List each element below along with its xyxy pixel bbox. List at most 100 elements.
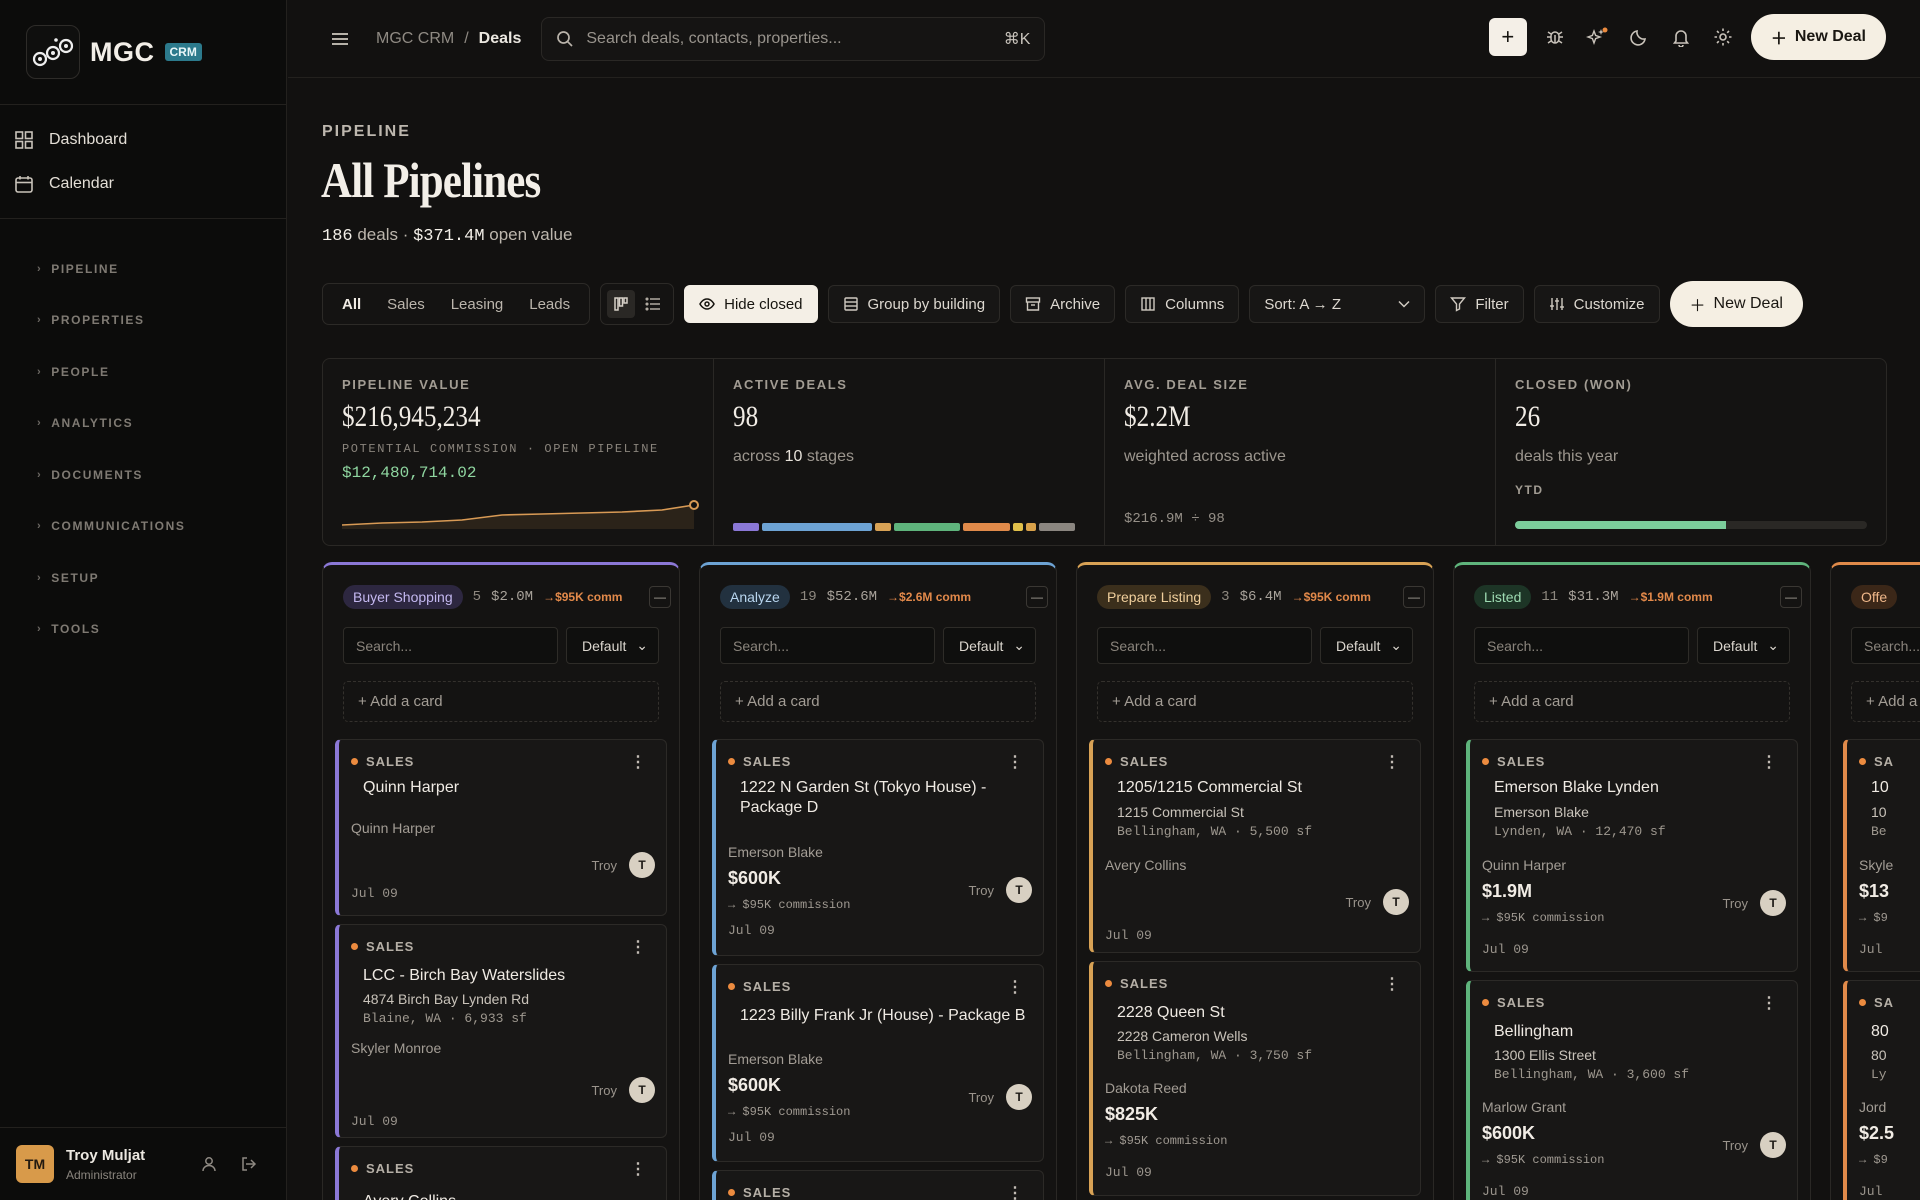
stat-label: ACTIVE DEALS [733, 377, 848, 392]
avatar[interactable]: T [1383, 889, 1409, 915]
deal-card[interactable]: SALES ⋮ LCC - Birch Bay Waterslides 4874 Bi… [335, 924, 667, 1138]
deal-card[interactable]: SALES ⋮ [712, 1170, 1044, 1200]
deal-card[interactable]: SALES ⋮ 1222 N Garden St (Tokyo House) - P… [712, 739, 1044, 956]
user-actions [200, 1155, 258, 1173]
theme-toggle[interactable] [1625, 18, 1653, 56]
tab-leads[interactable]: Leads [516, 296, 583, 313]
tab-all[interactable]: All [329, 296, 374, 313]
deal-card[interactable]: SA⋮8080LyJord$2.5→ $9Jul [1843, 980, 1920, 1200]
more-vertical-icon[interactable]: ⋮ [630, 937, 646, 957]
logout-icon[interactable] [240, 1155, 258, 1173]
nav-section-analytics[interactable]: › ANALYTICS [0, 398, 286, 450]
tab-leasing[interactable]: Leasing [438, 296, 517, 313]
deal-card[interactable]: SALES ⋮ 2228 Queen St 2228 Cameron Wells Bel… [1089, 961, 1421, 1196]
more-vertical-icon[interactable]: ⋮ [630, 1159, 646, 1179]
nav-section-pipeline[interactable]: › PIPELINE [0, 243, 286, 295]
new-deal-button[interactable]: ＋ New Deal [1669, 281, 1803, 327]
new-deal-button-top[interactable]: ＋ New Deal [1750, 14, 1886, 60]
user-panel: TM Troy Muljat Administrator [0, 1127, 287, 1200]
more-vertical-icon[interactable]: ⋮ [1761, 993, 1777, 1013]
add-card-button[interactable]: + Add a card [720, 681, 1036, 722]
avatar[interactable]: T [1006, 1084, 1032, 1110]
avatar[interactable]: TM [16, 1145, 54, 1183]
kanban-icon [614, 297, 628, 311]
collapse-column-button[interactable]: — [649, 586, 671, 608]
collapse-column-button[interactable]: — [1780, 586, 1802, 608]
avatar[interactable]: T [1006, 877, 1032, 903]
filter-button[interactable]: Filter [1435, 285, 1524, 323]
nav-calendar-label: Calendar [49, 175, 114, 192]
add-card-button[interactable]: + Add a card [1097, 681, 1413, 722]
bug-report-button[interactable] [1541, 18, 1569, 56]
hide-closed-toggle[interactable]: Hide closed [684, 285, 818, 323]
column-sort-select[interactable]: Default ⌄ [943, 627, 1036, 664]
deal-card[interactable]: SALES ⋮ 1205/1215 Commercial St 1215 Commer… [1089, 739, 1421, 953]
user-role: Administrator [66, 1167, 137, 1182]
stage-distribution-bar [733, 523, 1085, 531]
deal-value: $600K [1482, 1123, 1536, 1143]
global-search[interactable]: Search deals, contacts, properties... ⌘K [541, 16, 1046, 61]
more-vertical-icon[interactable]: ⋮ [1007, 752, 1023, 772]
notifications-button[interactable] [1667, 18, 1695, 56]
sort-select[interactable]: Sort: A → Z [1249, 285, 1426, 323]
add-card-button[interactable]: + Add a card [1851, 681, 1920, 722]
gear-icon [1714, 28, 1732, 46]
column-search-input[interactable]: Search... [1851, 627, 1920, 664]
pipeline-column: Buyer Shopping 5 $2.0M →$95K comm — Search...… [322, 562, 680, 1200]
quick-add-button[interactable]: + [1488, 18, 1527, 56]
collapse-column-button[interactable]: — [1026, 586, 1048, 608]
nav-calendar[interactable]: Calendar [0, 162, 286, 206]
column-search-input[interactable]: Search... [720, 627, 935, 664]
group-by-building-button[interactable]: Group by building [827, 285, 1001, 323]
nav-section-documents[interactable]: › DOCUMENTS [0, 449, 286, 501]
column-search-input[interactable]: Search... [1097, 627, 1312, 664]
logo-icon[interactable] [26, 25, 80, 79]
deal-card[interactable]: SALES ⋮ Bellingham 1300 Ellis Street Belling… [1466, 980, 1798, 1200]
board-view-button[interactable] [607, 290, 636, 318]
nav-dashboard[interactable]: Dashboard [0, 118, 286, 162]
column-search-input[interactable]: Search... [1474, 627, 1689, 664]
nav-section-communications[interactable]: › COMMUNICATIONS [0, 501, 286, 553]
list-view-button[interactable] [639, 290, 667, 318]
more-vertical-icon[interactable]: ⋮ [1007, 977, 1023, 997]
customize-button[interactable]: Customize [1533, 285, 1660, 323]
deal-card[interactable]: SALES ⋮ Quinn Harper Quinn Harper Jul 09 Troy… [335, 739, 667, 916]
stat-avg-deal: AVG. DEAL SIZE $2.2M weighted across act… [1105, 359, 1496, 545]
column-sort-select[interactable]: Default ⌄ [566, 627, 659, 664]
nav-section-properties[interactable]: › PROPERTIES [0, 295, 286, 347]
nav-section-tools[interactable]: › TOOLS [0, 604, 286, 656]
archive-button[interactable]: Archive [1010, 285, 1116, 323]
nav-section-setup[interactable]: › SETUP [0, 552, 286, 604]
deal-card[interactable]: SALES ⋮ Emerson Blake Lynden Emerson Blake L… [1466, 739, 1798, 972]
breadcrumb-root[interactable]: MGC CRM [376, 30, 454, 48]
column-sort-select[interactable]: Default ⌄ [1697, 627, 1790, 664]
deal-card[interactable]: SA⋮1010BeSkyle$13→ $9Jul [1843, 739, 1920, 972]
more-vertical-icon[interactable]: ⋮ [1007, 1183, 1023, 1200]
more-vertical-icon[interactable]: ⋮ [1761, 752, 1777, 772]
status-dot [1482, 758, 1489, 765]
settings-button[interactable] [1709, 18, 1737, 56]
ai-assistant-button[interactable] [1583, 18, 1611, 56]
tab-sales[interactable]: Sales [374, 296, 438, 313]
deal-card[interactable]: SALES ⋮ 1223 Billy Frank Jr (House) - Pack… [712, 964, 1044, 1162]
menu-icon[interactable] [330, 31, 350, 47]
search-input[interactable]: Search deals, contacts, properties... [586, 30, 1003, 48]
more-vertical-icon[interactable]: ⋮ [630, 752, 646, 772]
collapse-column-button[interactable]: — [1403, 586, 1425, 608]
avatar[interactable]: T [629, 852, 655, 878]
deal-type-text: SALES [743, 1185, 792, 1200]
customize-label: Customize [1573, 295, 1645, 313]
deal-card[interactable]: SALES ⋮ Avery Collins [335, 1146, 667, 1200]
add-card-button[interactable]: + Add a card [343, 681, 659, 722]
avatar[interactable]: T [629, 1077, 655, 1103]
more-vertical-icon[interactable]: ⋮ [1384, 752, 1400, 772]
avatar[interactable]: T [1760, 1132, 1786, 1158]
add-card-button[interactable]: + Add a card [1474, 681, 1790, 722]
nav-section-people[interactable]: › PEOPLE [0, 346, 286, 398]
column-sort-select[interactable]: Default ⌄ [1320, 627, 1413, 664]
more-vertical-icon[interactable]: ⋮ [1384, 974, 1400, 994]
column-search-input[interactable]: Search... [343, 627, 558, 664]
columns-button[interactable]: Columns [1125, 285, 1240, 323]
avatar[interactable]: T [1760, 890, 1786, 916]
profile-icon[interactable] [200, 1155, 218, 1173]
